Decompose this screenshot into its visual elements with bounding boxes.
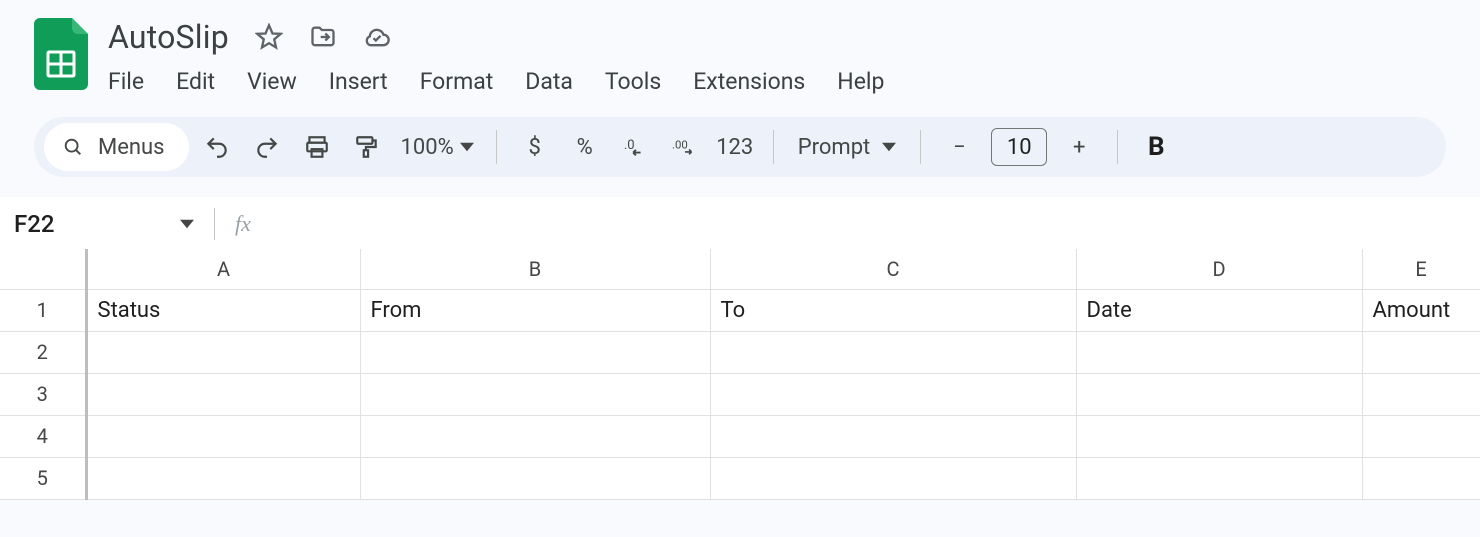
decrease-decimal-icon: .0	[622, 134, 648, 160]
redo-button[interactable]	[245, 125, 289, 169]
toolbar-separator	[1117, 130, 1118, 164]
increase-decimal-icon: .00	[672, 134, 698, 160]
font-size-input[interactable]: 10	[991, 128, 1047, 166]
title-bar: AutoSlip File Edit V	[0, 0, 1480, 99]
row-header-4[interactable]: 4	[0, 415, 86, 457]
cell-d1[interactable]: Date	[1076, 289, 1362, 331]
chevron-down-icon	[460, 142, 474, 152]
row-header-1[interactable]: 1	[0, 289, 86, 331]
zoom-dropdown[interactable]: 100%	[395, 135, 480, 160]
font-size-group: − 10 +	[937, 125, 1101, 169]
cell-e1[interactable]: Amount	[1362, 289, 1480, 331]
search-menus-button[interactable]: Menus	[44, 123, 189, 171]
cell-d4[interactable]	[1076, 415, 1362, 457]
menu-file[interactable]: File	[108, 64, 162, 99]
undo-icon	[204, 134, 230, 160]
cell-c3[interactable]	[710, 373, 1076, 415]
document-title[interactable]: AutoSlip	[108, 18, 229, 56]
increase-decimal-button[interactable]: .00	[663, 125, 707, 169]
toolbar-separator	[496, 130, 497, 164]
formula-bar: F22 fx	[0, 197, 1480, 249]
name-box-value: F22	[14, 210, 55, 238]
increase-font-size-button[interactable]: +	[1057, 125, 1101, 169]
menu-bar: File Edit View Insert Format Data Tools …	[108, 64, 916, 99]
search-icon	[62, 136, 84, 158]
menu-format[interactable]: Format	[420, 64, 512, 99]
font-family-value: Prompt	[798, 135, 871, 160]
cell-c5[interactable]	[710, 457, 1076, 499]
cell-a4[interactable]	[86, 415, 360, 457]
move-to-folder-icon[interactable]	[309, 23, 337, 51]
cell-b1[interactable]: From	[360, 289, 710, 331]
column-header-e[interactable]: E	[1362, 249, 1480, 289]
cell-d3[interactable]	[1076, 373, 1362, 415]
column-header-b[interactable]: B	[360, 249, 710, 289]
format-currency-button[interactable]: $	[513, 125, 557, 169]
cell-b5[interactable]	[360, 457, 710, 499]
cell-a3[interactable]	[86, 373, 360, 415]
row-header-3[interactable]: 3	[0, 373, 86, 415]
toolbar-container: Menus 100% $ %	[0, 99, 1480, 177]
svg-text:.00: .00	[672, 138, 688, 152]
toolbar-separator	[920, 130, 921, 164]
chevron-down-icon	[882, 142, 896, 152]
menu-edit[interactable]: Edit	[176, 64, 233, 99]
title-block: AutoSlip File Edit V	[108, 18, 916, 99]
cell-b4[interactable]	[360, 415, 710, 457]
sheet-grid: A B C D E 1 Status From To Date Amount 2	[0, 249, 1480, 500]
print-button[interactable]	[295, 125, 339, 169]
cell-a5[interactable]	[86, 457, 360, 499]
cell-e4[interactable]	[1362, 415, 1480, 457]
menu-help[interactable]: Help	[837, 64, 902, 99]
cell-e5[interactable]	[1362, 457, 1480, 499]
toolbar: Menus 100% $ %	[34, 117, 1446, 177]
fx-icon: fx	[235, 211, 251, 237]
column-header-d[interactable]: D	[1076, 249, 1362, 289]
font-family-dropdown[interactable]: Prompt	[790, 135, 905, 160]
undo-button[interactable]	[195, 125, 239, 169]
separator	[214, 208, 215, 240]
bold-button[interactable]: B	[1134, 132, 1178, 162]
cell-c4[interactable]	[710, 415, 1076, 457]
svg-text:.0: .0	[624, 138, 635, 153]
print-icon	[304, 134, 330, 160]
toolbar-separator	[773, 130, 774, 164]
column-header-c[interactable]: C	[710, 249, 1076, 289]
decrease-decimal-button[interactable]: .0	[613, 125, 657, 169]
select-all-cell[interactable]	[0, 249, 86, 289]
menu-data[interactable]: Data	[525, 64, 591, 99]
menus-label: Menus	[98, 135, 165, 160]
cell-b3[interactable]	[360, 373, 710, 415]
menu-extensions[interactable]: Extensions	[693, 64, 823, 99]
zoom-value: 100%	[401, 135, 454, 160]
cell-a1[interactable]: Status	[86, 289, 360, 331]
menu-insert[interactable]: Insert	[329, 64, 406, 99]
formula-input[interactable]	[251, 198, 1480, 249]
paint-format-button[interactable]	[345, 125, 389, 169]
cell-c2[interactable]	[710, 331, 1076, 373]
star-icon[interactable]	[255, 23, 283, 51]
cell-b2[interactable]	[360, 331, 710, 373]
name-box[interactable]: F22	[14, 210, 194, 238]
cell-d2[interactable]	[1076, 331, 1362, 373]
paint-roller-icon	[354, 134, 380, 160]
column-header-a[interactable]: A	[86, 249, 360, 289]
menu-view[interactable]: View	[247, 64, 315, 99]
cloud-saved-icon[interactable]	[363, 23, 391, 51]
cell-c1[interactable]: To	[710, 289, 1076, 331]
menu-tools[interactable]: Tools	[605, 64, 679, 99]
format-percent-button[interactable]: %	[563, 125, 607, 169]
row-header-5[interactable]: 5	[0, 457, 86, 499]
title-row: AutoSlip	[108, 18, 916, 56]
more-formats-button[interactable]: 123	[713, 125, 757, 169]
cell-e2[interactable]	[1362, 331, 1480, 373]
redo-icon	[254, 134, 280, 160]
cell-e3[interactable]	[1362, 373, 1480, 415]
cell-d5[interactable]	[1076, 457, 1362, 499]
row-header-2[interactable]: 2	[0, 331, 86, 373]
decrease-font-size-button[interactable]: −	[937, 125, 981, 169]
cell-a2[interactable]	[86, 331, 360, 373]
sheets-logo[interactable]	[34, 18, 88, 90]
chevron-down-icon	[180, 219, 194, 229]
